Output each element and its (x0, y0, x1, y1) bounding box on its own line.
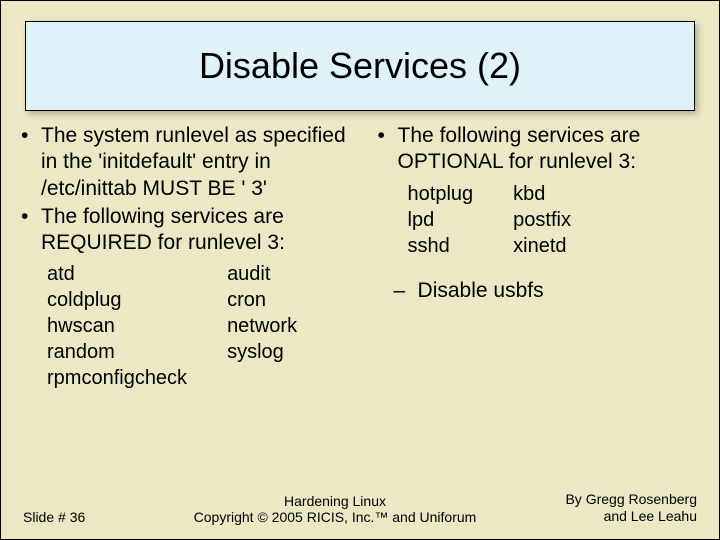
bullet-mark: • (17, 123, 41, 202)
bullet-text: The following services are OPTIONAL for … (398, 123, 695, 176)
bullet-text: The system runlevel as specified in the … (41, 123, 362, 202)
list-item: audit (227, 262, 297, 287)
bullet-mark: • (374, 123, 398, 176)
dash-item: – Disable usbfs (394, 278, 695, 304)
slide-title: Disable Services (2) (199, 45, 521, 87)
list-item: postfix (513, 208, 571, 233)
right-column: • The following services are OPTIONAL fo… (370, 123, 695, 485)
slide-body: • The system runlevel as specified in th… (1, 123, 719, 485)
list-item: sshd (408, 234, 474, 259)
bullet-text: The following services are REQUIRED for … (41, 204, 362, 257)
list-item: hotplug (408, 182, 474, 207)
footer-authors: By Gregg Rosenberg and Lee Leahu (527, 491, 697, 525)
list-item: coldplug (47, 288, 187, 313)
title-bar: Disable Services (2) (25, 21, 695, 111)
bullet-item: • The following services are OPTIONAL fo… (374, 123, 695, 176)
list-item: rpmconfigcheck (47, 366, 187, 391)
dash-text: Disable usbfs (418, 278, 544, 304)
optional-services-list: hotplug lpd sshd kbd postfix xinetd (408, 182, 695, 260)
footer-slide-number: Slide # 36 (23, 509, 143, 525)
bullet-item: • The following services are REQUIRED fo… (17, 204, 362, 257)
list-item: atd (47, 262, 187, 287)
slide: Disable Services (2) • The system runlev… (0, 0, 720, 540)
footer-center: Hardening Linux Copyright © 2005 RICIS, … (143, 493, 527, 525)
list-item: network (227, 314, 297, 339)
list-column: kbd postfix xinetd (513, 182, 571, 260)
list-item: syslog (227, 340, 297, 365)
list-column: hotplug lpd sshd (408, 182, 474, 260)
list-item: lpd (408, 208, 474, 233)
dash-mark: – (394, 278, 418, 304)
list-column: audit cron network syslog (227, 262, 297, 392)
list-column: atd coldplug hwscan random rpmconfigchec… (47, 262, 187, 392)
bullet-item: • The system runlevel as specified in th… (17, 123, 362, 202)
list-item: hwscan (47, 314, 187, 339)
slide-footer: Slide # 36 Hardening Linux Copyright © 2… (1, 485, 719, 539)
list-item: xinetd (513, 234, 571, 259)
footer-line: By Gregg Rosenberg (527, 491, 697, 508)
left-column: • The system runlevel as specified in th… (17, 123, 370, 485)
list-item: cron (227, 288, 297, 313)
list-item: random (47, 340, 187, 365)
footer-line: and Lee Leahu (527, 508, 697, 525)
required-services-list: atd coldplug hwscan random rpmconfigchec… (47, 262, 362, 392)
footer-line: Copyright © 2005 RICIS, Inc.™ and Unifor… (143, 509, 527, 525)
bullet-mark: • (17, 204, 41, 257)
footer-line: Hardening Linux (143, 493, 527, 509)
list-item: kbd (513, 182, 571, 207)
